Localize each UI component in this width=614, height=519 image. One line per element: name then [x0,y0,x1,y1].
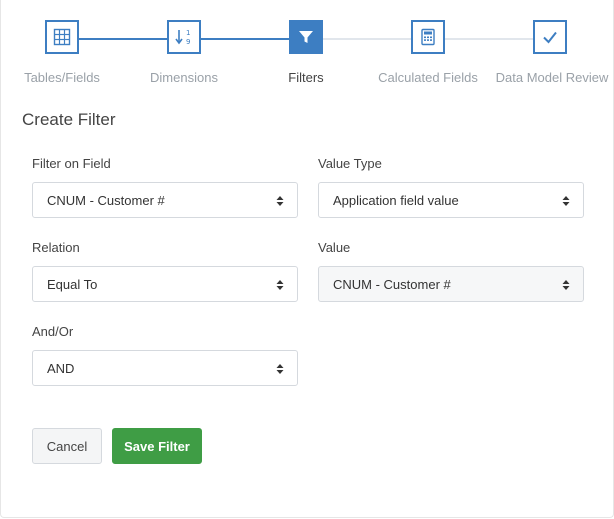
step-connector [201,38,291,40]
step-data-model-review[interactable] [533,20,567,54]
sort-numeric-icon: 1 9 [175,29,190,46]
step-filters[interactable] [289,20,323,54]
and-or-label: And/Or [32,324,74,339]
value-type-value: Application field value [333,192,459,208]
relation-label: Relation [32,240,80,255]
step-label-data-model-review: Data Model Review [495,70,609,85]
step-connector [323,38,413,40]
save-filter-button[interactable]: Save Filter [112,428,202,464]
sort-arrows-icon [562,196,570,206]
filter-on-field-select[interactable]: CNUM - Customer # [32,182,298,218]
step-dimensions[interactable]: 1 9 [167,20,201,54]
relation-value: Equal To [47,276,98,292]
step-label-calculated-fields: Calculated Fields [378,70,478,85]
sort-arrows-icon [276,364,284,374]
value-type-select[interactable]: Application field value [318,182,584,218]
step-connector [445,38,535,40]
svg-text:1: 1 [186,29,190,37]
and-or-select[interactable]: AND [32,350,298,386]
step-connector [79,38,169,40]
relation-select[interactable]: Equal To [32,266,298,302]
table-grid-icon [53,28,71,46]
sort-arrows-icon [562,280,570,290]
value-label: Value [318,240,351,255]
checkmark-icon [543,31,557,44]
step-label-dimensions: Dimensions [150,70,218,85]
page-title: Create Filter [22,110,116,129]
and-or-value: AND [47,360,75,376]
wizard-stepper: Tables/Fields 1 9 Dimensions Filters Cal… [1,0,614,100]
cancel-button[interactable]: Cancel [32,428,102,464]
filter-on-field-value: CNUM - Customer # [47,192,165,208]
filter-on-field-label: Filter on Field [32,156,111,171]
sort-arrows-icon [276,280,284,290]
calculator-icon [421,28,435,46]
svg-text:9: 9 [186,38,190,46]
value-type-label: Value Type [318,156,382,171]
step-tables-fields[interactable] [45,20,79,54]
value-value: CNUM - Customer # [333,276,451,292]
filter-icon [299,31,313,43]
step-label-tables-fields: Tables/Fields [24,70,100,85]
create-filter-panel: Tables/Fields 1 9 Dimensions Filters Cal… [0,0,614,518]
value-select[interactable]: CNUM - Customer # [318,266,584,302]
step-label-filters: Filters [288,70,324,85]
step-calculated-fields[interactable] [411,20,445,54]
sort-arrows-icon [276,196,284,206]
